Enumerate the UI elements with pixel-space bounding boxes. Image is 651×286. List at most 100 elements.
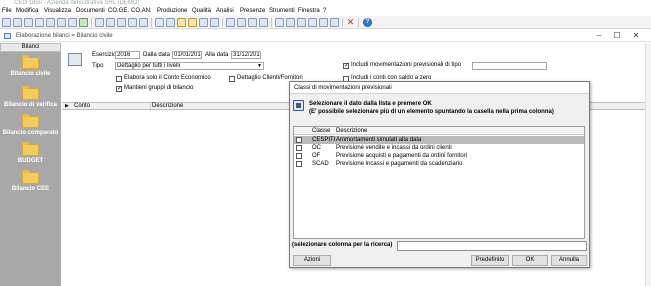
list-item-of[interactable]: OF Previsione acquisti e pagamenti da or… bbox=[294, 152, 584, 160]
help-icon[interactable]: ? bbox=[363, 18, 372, 27]
new-document-icon[interactable] bbox=[2, 18, 11, 27]
close-icon[interactable]: ✕ bbox=[346, 18, 355, 27]
sidebar-header: Bilanci bbox=[0, 43, 61, 52]
toolbar-separator bbox=[222, 18, 223, 27]
menu-presenze[interactable]: Presenze bbox=[240, 8, 265, 15]
menu-file[interactable]: File bbox=[2, 8, 12, 15]
sidebar-item-bilancio-verifica[interactable]: Bilancio di verifica bbox=[0, 86, 61, 112]
sidebar-item-budget[interactable]: BUDGET bbox=[0, 142, 61, 168]
row-checkbox[interactable] bbox=[296, 145, 302, 151]
mantieni-gruppi-checkbox[interactable]: ✓ bbox=[116, 86, 122, 92]
chart-icon[interactable] bbox=[155, 18, 164, 27]
table-icon[interactable] bbox=[24, 18, 33, 27]
includi-previsionali-checkbox[interactable]: ✓ bbox=[343, 63, 349, 69]
ok-button[interactable]: OK bbox=[512, 255, 548, 266]
column-descrizione[interactable]: Descrizione bbox=[336, 127, 367, 135]
minimize-icon[interactable]: – bbox=[594, 32, 604, 40]
menu-bar: File Modifica Visualizza Documenti CO.GE… bbox=[0, 7, 651, 16]
document-icon[interactable] bbox=[95, 18, 104, 27]
previous-icon[interactable] bbox=[237, 18, 246, 27]
copy-icon[interactable] bbox=[177, 18, 186, 27]
row-classe: SCAD bbox=[312, 161, 329, 167]
sidebar-item-label: Bilancio di verifica bbox=[3, 102, 58, 108]
folder-icon bbox=[22, 170, 39, 184]
menu-analisi[interactable]: Analisi bbox=[216, 8, 234, 15]
document-icon bbox=[4, 33, 11, 39]
list-item-oc[interactable]: OC Previsione vendite e incassi da ordin… bbox=[294, 144, 584, 152]
menu-coan[interactable]: CO.AN. bbox=[131, 8, 152, 15]
maximize-icon[interactable]: ☐ bbox=[612, 32, 622, 40]
menu-visualizza[interactable]: Visualizza bbox=[44, 8, 71, 15]
menu-qualita[interactable]: Qualità bbox=[192, 8, 211, 15]
window-cascade-icon[interactable] bbox=[275, 18, 284, 27]
menu-finestra[interactable]: Finestra bbox=[298, 8, 320, 15]
folder-icon bbox=[22, 55, 39, 69]
column-classe[interactable]: Classe bbox=[312, 127, 330, 135]
print-icon[interactable] bbox=[199, 18, 208, 27]
journal-icon[interactable] bbox=[128, 18, 137, 27]
sidebar-item-bilancio-civile[interactable]: Bilancio civile bbox=[0, 55, 61, 81]
next-icon[interactable] bbox=[248, 18, 257, 27]
esercizio-field[interactable]: 2016 bbox=[115, 51, 140, 59]
folder-icon bbox=[22, 142, 39, 156]
accounts-icon[interactable] bbox=[139, 18, 148, 27]
list-item-cespiti[interactable]: CESPITI Ammortamenti simulati alla data bbox=[294, 136, 584, 144]
calendar-icon[interactable] bbox=[68, 18, 77, 27]
paste-icon[interactable] bbox=[188, 18, 197, 27]
row-checkbox[interactable] bbox=[296, 153, 302, 159]
window-list-icon[interactable] bbox=[308, 18, 317, 27]
report-settings-icon bbox=[68, 53, 82, 66]
menu-strumenti[interactable]: Strumenti bbox=[269, 8, 295, 15]
export-icon[interactable] bbox=[79, 18, 88, 27]
menu-documenti[interactable]: Documenti bbox=[76, 8, 105, 15]
alla-data-field[interactable]: 31/12/2016 bbox=[231, 51, 261, 59]
menu-help[interactable]: ? bbox=[323, 8, 326, 15]
window-close-all-icon[interactable] bbox=[319, 18, 328, 27]
sidebar: Bilanci Bilancio civile Bilancio di veri… bbox=[0, 43, 61, 286]
column-descrizione[interactable]: Descrizione bbox=[152, 103, 183, 110]
preview-icon[interactable] bbox=[210, 18, 219, 27]
azioni-button[interactable]: Azioni bbox=[293, 255, 331, 266]
dialog-title: Classi di movimentazioni previsionali bbox=[290, 82, 589, 94]
sidebar-item-bilancio-cee[interactable]: Bilancio CEE bbox=[0, 170, 61, 196]
row-checkbox[interactable] bbox=[296, 161, 302, 167]
search-input[interactable] bbox=[397, 241, 587, 251]
predefinito-button[interactable]: Predefinito bbox=[471, 255, 509, 266]
dalla-data-field[interactable]: 01/01/2016 bbox=[172, 51, 202, 59]
column-conto[interactable]: Conto bbox=[74, 103, 90, 110]
invoice-icon[interactable] bbox=[106, 18, 115, 27]
dialog-instruction: Selezionare il dato dalla lista e premer… bbox=[309, 101, 432, 107]
grid-icon[interactable] bbox=[46, 18, 55, 27]
toolbar: ✕ ? bbox=[0, 16, 651, 29]
toolbar-separator bbox=[91, 18, 92, 27]
report-icon[interactable] bbox=[57, 18, 66, 27]
annulla-button[interactable]: Annulla bbox=[551, 255, 587, 266]
last-icon[interactable] bbox=[259, 18, 268, 27]
menu-modifica[interactable]: Modifica bbox=[16, 8, 38, 15]
tipo-select[interactable]: Dettaglio per tutti i livelli ▼ bbox=[115, 62, 264, 70]
tipo-previsionali-field[interactable] bbox=[472, 62, 547, 70]
window-icon[interactable] bbox=[297, 18, 306, 27]
row-checkbox[interactable] bbox=[296, 137, 302, 143]
ledger-icon[interactable] bbox=[117, 18, 126, 27]
window-title: CEO 1850 - Azienda dimostrativa SRL (DEM… bbox=[14, 0, 140, 6]
list-item-scad[interactable]: SCAD Previsione incassi e pagamenti da s… bbox=[294, 160, 584, 168]
menu-produzione[interactable]: Produzione bbox=[157, 8, 187, 15]
toolbar-separator bbox=[358, 18, 359, 27]
list-icon[interactable] bbox=[35, 18, 44, 27]
first-icon[interactable] bbox=[226, 18, 235, 27]
vertical-scrollbar[interactable] bbox=[645, 43, 651, 286]
dettaglio-clienti-checkbox[interactable] bbox=[229, 76, 235, 82]
open-icon[interactable] bbox=[13, 18, 22, 27]
conto-economico-checkbox[interactable] bbox=[116, 76, 122, 82]
window-tile-icon[interactable] bbox=[286, 18, 295, 27]
sidebar-item-bilancio-comparato[interactable]: Bilancio comparato bbox=[0, 114, 61, 140]
row-classe: OC bbox=[312, 145, 321, 151]
column-divider[interactable] bbox=[150, 103, 151, 111]
cut-icon[interactable] bbox=[166, 18, 175, 27]
close-icon[interactable]: ✕ bbox=[631, 32, 641, 40]
tipo-value: Dettaglio per tutti i livelli bbox=[117, 63, 181, 69]
folder-icon bbox=[22, 86, 39, 100]
window-arrange-icon[interactable] bbox=[330, 18, 339, 27]
menu-coge[interactable]: CO.GE. bbox=[108, 8, 129, 15]
